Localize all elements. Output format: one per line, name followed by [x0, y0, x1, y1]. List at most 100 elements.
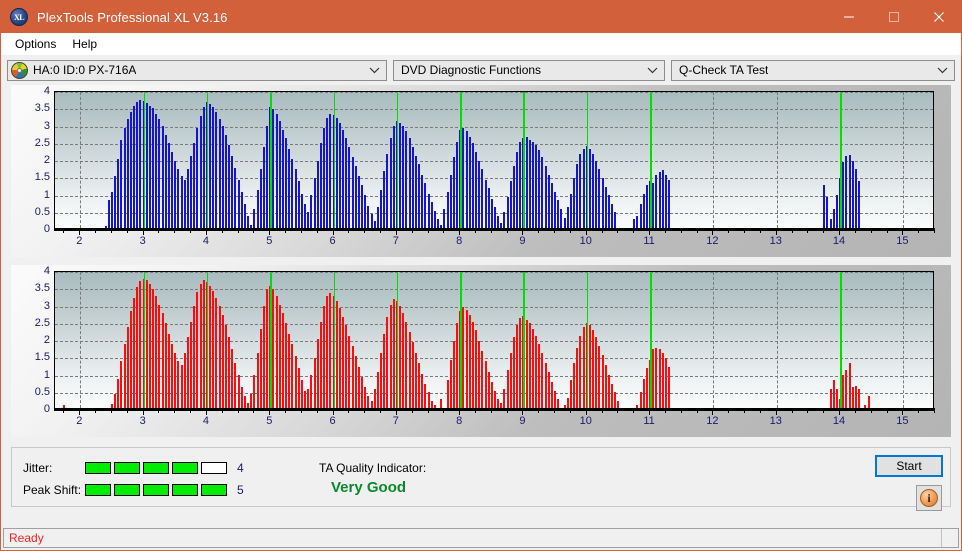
x-axis-tick	[411, 228, 413, 233]
bar	[174, 160, 177, 228]
x-axis-tick	[316, 228, 318, 233]
bar	[275, 295, 278, 408]
ta-quality-value: Very Good	[331, 479, 407, 496]
bar	[285, 138, 288, 228]
drive-select[interactable]: HA:0 ID:0 PX-716A	[7, 59, 387, 81]
bar	[107, 200, 110, 228]
bar	[281, 313, 284, 408]
bar	[541, 157, 544, 228]
bar	[531, 141, 534, 228]
start-button[interactable]: Start	[875, 455, 943, 477]
bar	[858, 389, 861, 408]
x-axis-tick	[585, 228, 587, 235]
x-axis-tick	[601, 228, 603, 233]
bar	[133, 297, 136, 408]
y-axis-tick-label: 3	[43, 299, 50, 312]
bar	[845, 370, 848, 408]
window-title: PlexTools Professional XL V3.16	[37, 9, 228, 25]
bar	[661, 170, 664, 228]
close-button[interactable]	[916, 1, 961, 33]
minimize-button[interactable]	[826, 1, 871, 33]
x-axis-tick	[126, 408, 128, 413]
function-select[interactable]: DVD Diagnostic Functions	[393, 59, 665, 81]
x-axis-tick-label: 6	[329, 415, 336, 427]
bar	[357, 366, 360, 408]
y-axis-labels: 4 3.5 3 2.5 2 1.5 1 0.5 0	[11, 265, 53, 415]
x-axis-tick	[712, 408, 714, 415]
y-axis-tick-label: 0.5	[34, 205, 50, 218]
bar	[253, 375, 256, 408]
bar	[231, 349, 234, 408]
x-axis-tick-label: 8	[456, 235, 463, 247]
menu-item-help[interactable]: Help	[64, 35, 105, 53]
bar	[243, 203, 246, 228]
x-axis-tick	[870, 228, 872, 233]
bar	[528, 323, 531, 408]
bar	[487, 188, 490, 228]
bar	[319, 143, 322, 228]
x-axis-tick	[300, 408, 302, 413]
bar	[503, 389, 506, 408]
menu-item-options[interactable]: Options	[7, 35, 64, 53]
bar	[573, 363, 576, 408]
sector-marker	[270, 92, 272, 228]
bar	[848, 363, 851, 408]
x-axis-tick	[237, 228, 239, 233]
meter-segment	[201, 462, 227, 474]
bar	[835, 195, 838, 228]
bar	[186, 337, 189, 408]
x-axis-tick-label: 11	[643, 235, 655, 247]
x-axis-tick	[633, 228, 635, 233]
bar	[633, 219, 636, 228]
x-axis-tick	[158, 228, 160, 233]
bar	[348, 335, 351, 408]
bar	[471, 143, 474, 228]
info-button[interactable]: i	[916, 485, 942, 511]
bar	[291, 159, 294, 228]
maximize-button[interactable]	[871, 1, 916, 33]
bar	[129, 112, 132, 228]
bar	[361, 184, 364, 228]
x-axis-tick	[902, 228, 904, 235]
bar	[494, 390, 496, 408]
test-select[interactable]: Q-Check TA Test	[671, 59, 955, 81]
bar	[224, 134, 227, 228]
bar	[259, 328, 262, 408]
bar	[215, 297, 218, 408]
x-axis-tick	[332, 408, 334, 415]
bar	[481, 169, 484, 228]
bar	[310, 375, 313, 408]
x-axis-tick	[918, 228, 920, 233]
x-axis-tick	[506, 228, 508, 233]
bar	[538, 344, 541, 408]
x-axis-tick	[839, 408, 841, 415]
x-axis-tick	[649, 408, 651, 415]
bar	[180, 364, 183, 408]
x-axis-tick	[759, 408, 761, 413]
bar	[228, 145, 231, 228]
drive-select-value: HA:0 ID:0 PX-716A	[33, 63, 137, 77]
bar	[202, 107, 205, 228]
bar	[164, 134, 167, 228]
y-axis-tick-label: 1	[43, 188, 50, 201]
bar	[614, 392, 617, 408]
y-axis-tick-label: 1	[43, 368, 50, 381]
x-axis-tick	[79, 228, 81, 235]
bar	[424, 383, 427, 408]
x-axis-tick	[174, 408, 176, 413]
bar	[408, 138, 411, 228]
bar	[351, 157, 354, 228]
x-axis-tick	[886, 408, 888, 413]
x-axis-tick-label: 13	[769, 235, 782, 247]
peak-shift-row: Peak Shift: 5	[23, 483, 244, 497]
sector-marker	[143, 92, 146, 228]
bar	[604, 186, 607, 228]
x-axis-tick	[569, 228, 571, 233]
bar	[139, 100, 142, 228]
bar	[240, 191, 243, 228]
x-axis-tick	[601, 408, 603, 413]
x-axis-tick	[459, 228, 461, 235]
bar	[335, 301, 338, 408]
x-axis-tick	[126, 228, 128, 233]
x-axis-tick	[807, 228, 809, 233]
